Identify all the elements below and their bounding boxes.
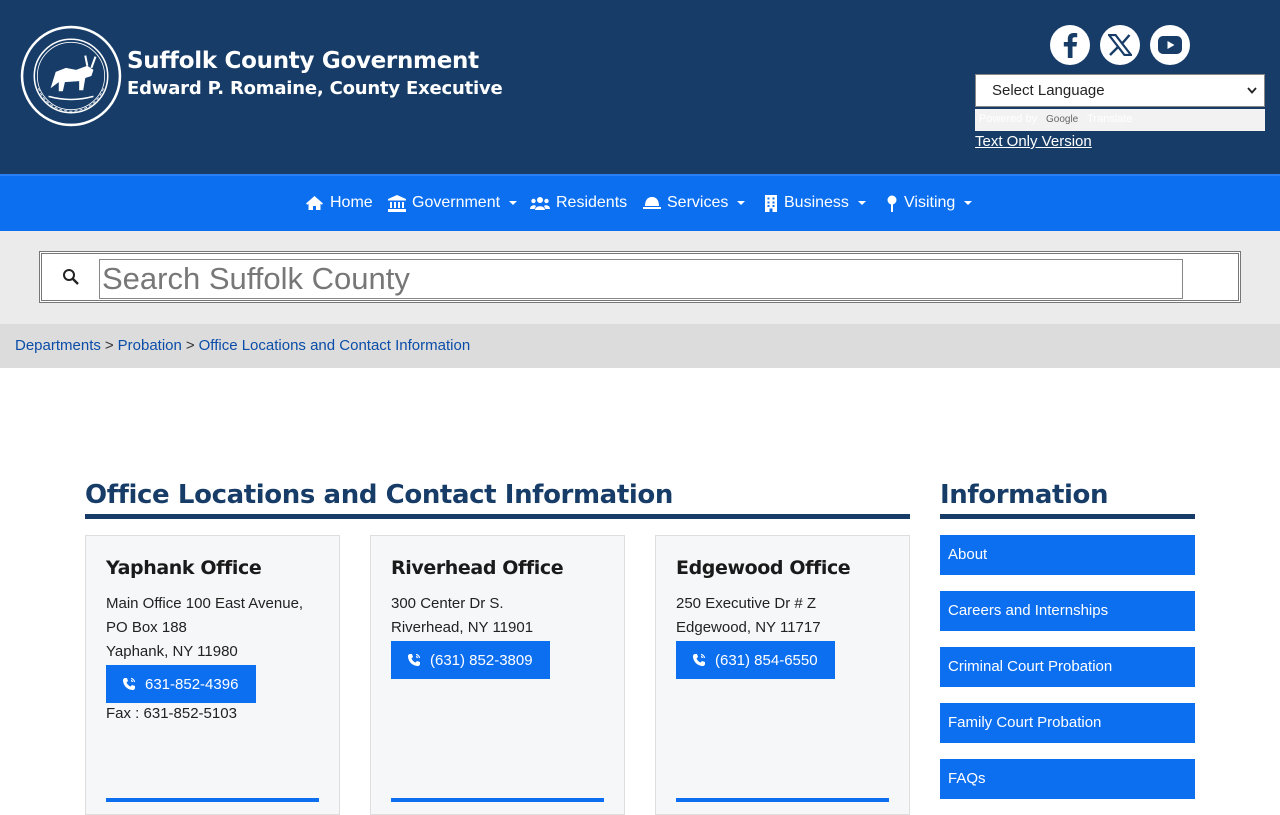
page-title: Office Locations and Contact Information: [85, 480, 673, 510]
powered-by-text: Powered by: [979, 113, 1038, 125]
nav-visiting-label: Visiting: [904, 194, 956, 211]
bell-icon: [643, 196, 661, 209]
county-executive-subtitle: Edward P. Romaine, County Executive: [127, 78, 503, 99]
phone-icon: [408, 653, 421, 666]
office-address-line: Main Office 100 East Avenue,: [106, 595, 304, 612]
breadcrumb-separator: >: [104, 337, 114, 354]
caret-down-icon: [964, 201, 973, 205]
google-translate-attribution: Powered by Google Translate: [975, 109, 1265, 131]
phone-number: 631-852-4396: [145, 675, 239, 693]
office-address-line: Riverhead, NY 11901: [391, 619, 534, 636]
facebook-icon: [1063, 33, 1078, 58]
site-header: Suffolk County Government Edward P. Roma…: [0, 0, 1280, 174]
sidebar-link-criminal-court[interactable]: Criminal Court Probation: [940, 647, 1195, 687]
nav-business[interactable]: Business: [764, 194, 866, 212]
facebook-link[interactable]: [1050, 25, 1090, 65]
office-card-yaphank: Yaphank Office Main Office 100 East Aven…: [85, 535, 340, 815]
caret-down-icon: [737, 201, 746, 205]
nav-visiting[interactable]: Visiting: [886, 194, 973, 212]
caret-down-icon: [509, 201, 518, 205]
users-icon: [530, 196, 550, 210]
site-title[interactable]: Suffolk County Government: [127, 48, 479, 74]
nav-residents[interactable]: Residents: [530, 194, 627, 212]
search-input[interactable]: Search Suffolk County: [99, 259, 1183, 299]
nav-services[interactable]: Services: [643, 194, 746, 212]
breadcrumb-separator: >: [185, 337, 195, 354]
office-name: Yaphank Office: [106, 557, 262, 579]
title-divider: [85, 514, 910, 519]
phone-number: (631) 852-3809: [430, 651, 533, 669]
language-select[interactable]: Select Language: [975, 74, 1265, 107]
language-select-value: Select Language: [992, 82, 1105, 99]
office-address-line: PO Box 188: [106, 619, 187, 636]
sidebar-divider: [940, 514, 1195, 519]
breadcrumb-departments[interactable]: Departments: [15, 337, 101, 354]
office-address-line: 250 Executive Dr # Z: [676, 595, 817, 612]
google-logo[interactable]: Google: [1046, 114, 1078, 125]
phone-button[interactable]: 631-852-4396: [106, 665, 256, 703]
office-address-line: 300 Center Dr S.: [391, 595, 504, 612]
nav-government[interactable]: Government: [388, 194, 518, 212]
card-footer-bar: [676, 798, 889, 802]
phone-button[interactable]: (631) 852-3809: [391, 641, 550, 679]
map-pin-icon: [887, 195, 897, 212]
office-name: Riverhead Office: [391, 557, 564, 579]
office-card-edgewood: Edgewood Office 250 Executive Dr # Z Edg…: [655, 535, 910, 815]
office-fax: Fax : 631-852-5103: [106, 705, 237, 722]
nav-home[interactable]: Home: [305, 194, 373, 212]
sidebar-link-faqs[interactable]: FAQs: [940, 759, 1195, 799]
sidebar-title: Information: [940, 480, 1109, 510]
breadcrumb: Departments > Probation > Office Locations a…: [0, 324, 1280, 368]
nav-services-label: Services: [667, 194, 729, 211]
county-seal-logo[interactable]: [20, 25, 122, 127]
office-card-riverhead: Riverhead Office 300 Center Dr S. Riverh…: [370, 535, 625, 815]
office-name: Edgewood Office: [676, 557, 851, 579]
phone-icon: [693, 653, 706, 666]
building-icon: [765, 194, 777, 212]
card-footer-bar: [391, 798, 604, 802]
phone-icon: [123, 677, 136, 690]
sidebar-link-family-court[interactable]: Family Court Probation: [940, 703, 1195, 743]
nav-business-label: Business: [784, 194, 849, 211]
translate-link[interactable]: Translate: [1087, 113, 1132, 125]
nav-home-label: Home: [330, 194, 373, 211]
youtube-icon: [1158, 36, 1182, 54]
text-only-version-link[interactable]: Text Only Version: [975, 133, 1092, 150]
office-address-line: Edgewood, NY 11717: [676, 619, 821, 636]
youtube-link[interactable]: [1150, 25, 1190, 65]
breadcrumb-current-page[interactable]: Office Locations and Contact Information: [199, 337, 471, 354]
search-form: Search Suffolk County: [39, 251, 1241, 303]
card-footer-bar: [106, 798, 319, 802]
search-icon[interactable]: [62, 268, 80, 286]
caret-down-icon: [857, 201, 866, 205]
sidebar-link-about[interactable]: About: [940, 535, 1195, 575]
home-icon: [306, 196, 323, 210]
sidebar-link-careers[interactable]: Careers and Internships: [940, 591, 1195, 631]
office-address-line: Yaphank, NY 11980: [106, 643, 238, 660]
breadcrumb-probation[interactable]: Probation: [118, 337, 182, 354]
phone-button[interactable]: (631) 854-6550: [676, 641, 835, 679]
government-icon: [388, 194, 406, 212]
nav-residents-label: Residents: [556, 194, 628, 211]
search-bar: Search Suffolk County: [0, 231, 1280, 324]
phone-number: (631) 854-6550: [715, 651, 818, 669]
main-navigation: Home Government Residents Services Busin…: [0, 174, 1280, 231]
nav-government-label: Government: [412, 194, 501, 211]
x-twitter-link[interactable]: [1100, 25, 1140, 65]
x-icon: [1108, 34, 1132, 56]
